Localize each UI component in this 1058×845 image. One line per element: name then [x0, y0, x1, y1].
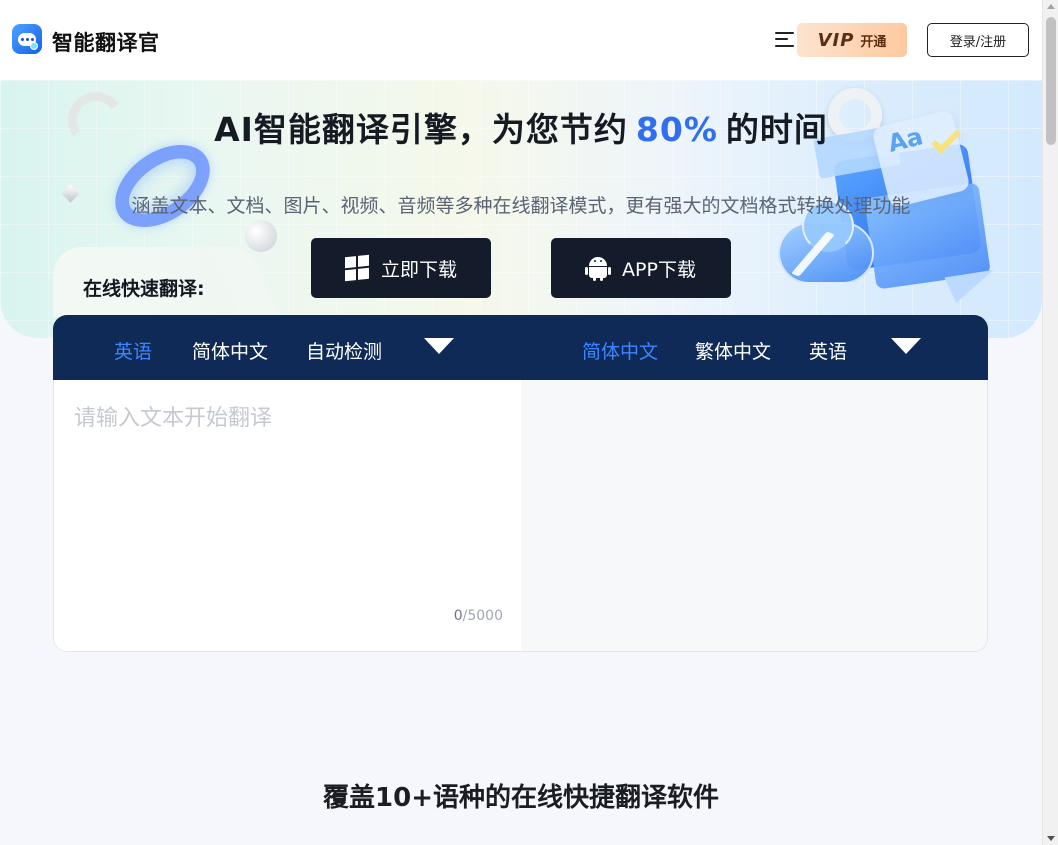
- menu-icon[interactable]: [775, 31, 794, 48]
- brand-name[interactable]: 智能翻译官: [52, 27, 160, 57]
- app-download-button[interactable]: APP下载: [551, 238, 731, 298]
- windows-download-button[interactable]: 立即下载: [311, 238, 491, 298]
- hero-subtitle: 涵盖文本、文档、图片、视频、音频等多种在线翻译模式，更有强大的文档格式转换处理功…: [131, 195, 911, 217]
- source-text-input[interactable]: [54, 380, 521, 651]
- sphere-decoration-icon: [245, 220, 277, 252]
- char-counter: 0/5000: [454, 608, 503, 624]
- source-lang-simplified-chinese[interactable]: 简体中文: [192, 337, 268, 364]
- page-scrollbar[interactable]: [1042, 0, 1058, 845]
- app-download-label: APP下载: [622, 258, 696, 281]
- vip-open-button[interactable]: VIP 开通: [797, 23, 907, 57]
- windows-download-label: 立即下载: [380, 258, 457, 281]
- hero-title-suffix: 的时间: [725, 110, 828, 149]
- language-bar: 英语 简体中文 自动检测 简体中文 繁体中文 英语: [53, 315, 988, 380]
- translate-panel: 0/5000: [53, 380, 988, 652]
- top-header: 智能翻译官 VIP 开通 登录/注册: [0, 0, 1042, 80]
- char-count-current: 0: [453, 608, 463, 624]
- vip-action-label: 开通: [860, 34, 887, 50]
- source-lang-english[interactable]: 英语: [114, 337, 152, 364]
- target-lang-dropdown-icon[interactable]: [891, 338, 921, 354]
- hero-title-text: AI智能翻译引擎，为您节约: [214, 110, 628, 149]
- scrollbar-thumb[interactable]: [1046, 17, 1056, 145]
- windows-icon: [344, 254, 369, 282]
- scroll-up-arrow-icon[interactable]: [1047, 4, 1055, 9]
- source-lang-auto-detect[interactable]: 自动检测: [306, 337, 382, 364]
- target-lang-english[interactable]: 英语: [809, 337, 847, 364]
- source-text-pane: 0/5000: [54, 380, 521, 651]
- source-lang-dropdown-icon[interactable]: [424, 338, 454, 354]
- scroll-down-arrow-icon[interactable]: [1047, 836, 1055, 841]
- hero-title: AI智能翻译引擎，为您节约 80% 的时间: [0, 103, 1042, 151]
- app-logo-icon[interactable]: [12, 24, 42, 54]
- section-title: 覆盖10+语种的在线快捷翻译软件: [323, 783, 719, 813]
- hero-title-highlight: 80%: [635, 110, 718, 149]
- translation-output-pane: [521, 380, 987, 651]
- char-count-max: /5000: [462, 608, 503, 624]
- login-register-button[interactable]: 登录/注册: [927, 23, 1029, 57]
- android-icon: [585, 255, 612, 281]
- translate-tab-label: 在线快速翻译:: [83, 278, 205, 300]
- target-lang-traditional-chinese[interactable]: 繁体中文: [695, 337, 771, 364]
- vip-label: VIP: [817, 29, 855, 51]
- target-lang-simplified-chinese[interactable]: 简体中文: [582, 337, 658, 364]
